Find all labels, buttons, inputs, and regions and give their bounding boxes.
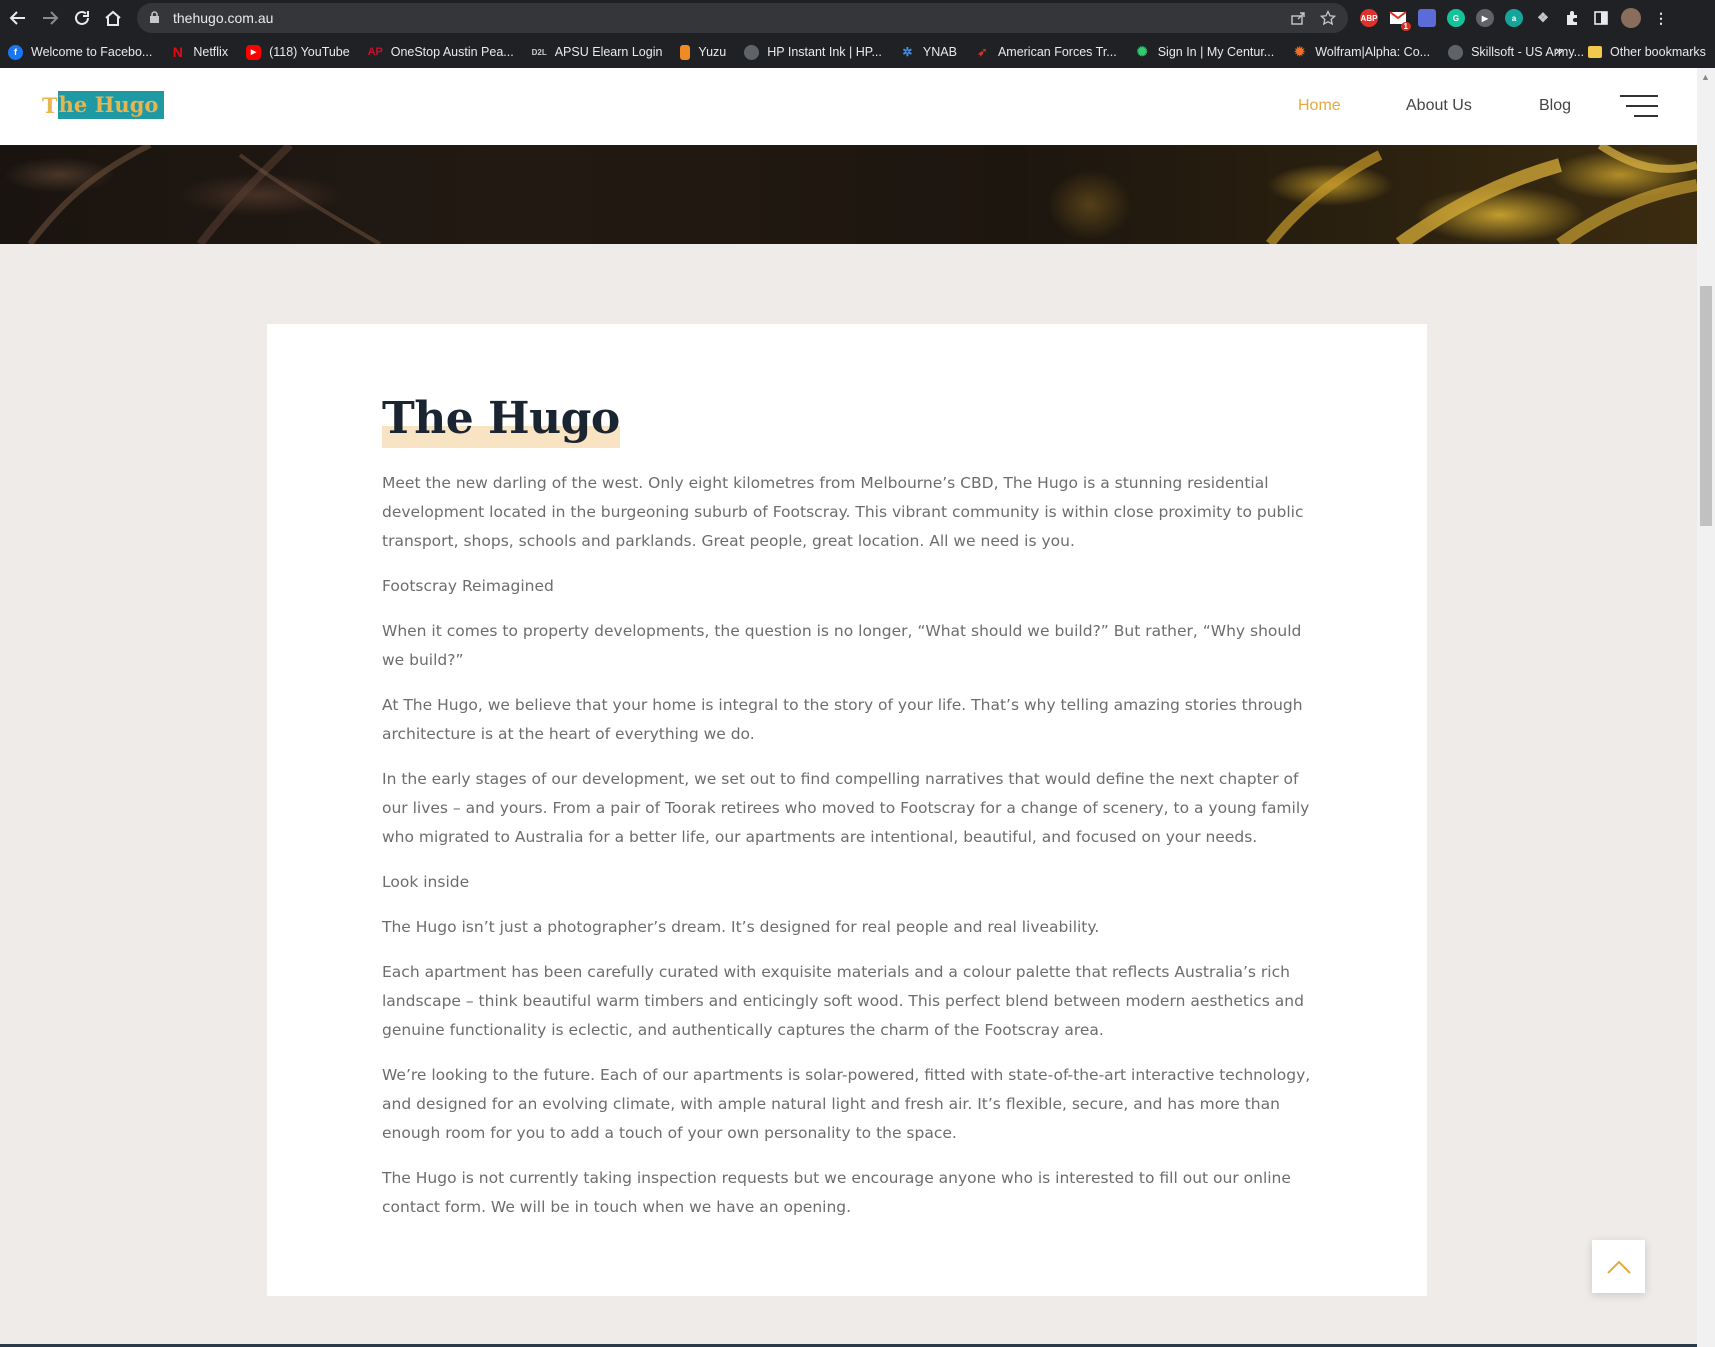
grammarly-icon[interactable]: G — [1447, 9, 1465, 27]
globe-icon — [744, 44, 760, 60]
nav-home[interactable]: Home — [1298, 97, 1341, 115]
nav-blog[interactable]: Blog — [1539, 97, 1571, 115]
site-logo[interactable]: The Hugo — [42, 91, 165, 119]
bookmark-star-icon[interactable] — [1319, 9, 1337, 29]
back-to-top-button[interactable] — [1592, 1240, 1645, 1293]
hamburger-menu-icon[interactable] — [1620, 95, 1658, 117]
bookmark-apsu-elearn[interactable]: D2L APSU Elearn Login — [532, 45, 663, 60]
chevron-up-icon — [1606, 1260, 1631, 1274]
back-arrow-icon — [9, 11, 25, 25]
netflix-icon: N — [172, 44, 183, 60]
bookmarks-bar: f Welcome to Facebo... N Netflix ▶ (118) Yo… — [0, 36, 1715, 68]
reload-button[interactable] — [66, 2, 98, 34]
reload-icon — [75, 10, 89, 25]
bookmark-hp-instant-ink[interactable]: HP Instant Ink | HP... — [744, 44, 882, 60]
back-button[interactable] — [2, 2, 34, 34]
home-icon — [105, 10, 121, 26]
article-paragraph: The Hugo isn’t just a photographer’s dre… — [382, 918, 1100, 936]
scrollbar-thumb[interactable] — [1700, 286, 1712, 526]
play-icon[interactable]: ▶ — [1476, 9, 1494, 27]
ynab-icon: ✲ — [902, 45, 913, 59]
bookmark-youtube[interactable]: ▶ (118) YouTube — [246, 44, 350, 60]
article: The Hugo Meet the new darling of the wes… — [382, 390, 1312, 1222]
yuzu-icon — [680, 44, 691, 60]
address-bar[interactable]: thehugo.com.au — [137, 3, 1348, 33]
bookmark-onestop[interactable]: AP OneStop Austin Pea... — [368, 45, 514, 60]
a-extension-icon[interactable]: a — [1505, 9, 1523, 27]
extensions-area: ABP 1 G ▶ a ❖ ⋮ — [1360, 4, 1670, 32]
share-icon[interactable] — [1290, 10, 1306, 29]
bookmark-wolfram[interactable]: ✹ Wolfram|Alpha: Co... — [1292, 44, 1430, 60]
gmail-icon[interactable]: 1 — [1389, 9, 1411, 31]
century-icon: ✺ — [1136, 44, 1148, 59]
article-paragraph: When it comes to property developments, … — [382, 622, 1302, 669]
puzzle-icon[interactable] — [1563, 9, 1581, 27]
article-subheading: Footscray Reimagined — [382, 577, 554, 595]
wolfram-icon: ✹ — [1294, 44, 1306, 59]
globe-icon — [1448, 44, 1464, 60]
scroll-up-arrow-icon[interactable]: ▲ — [1701, 72, 1710, 82]
nav-about-us[interactable]: About Us — [1406, 97, 1472, 115]
article-paragraph: Each apartment has been carefully curate… — [382, 963, 1304, 1039]
content-card: The Hugo Meet the new darling of the wes… — [267, 324, 1427, 1296]
avatar[interactable] — [1621, 8, 1641, 28]
article-paragraph: Meet the new darling of the west. Only e… — [382, 474, 1304, 550]
other-bookmarks[interactable]: Other bookmarks — [1588, 36, 1706, 68]
lock-icon — [149, 11, 163, 25]
article-paragraph: The Hugo is not currently taking inspect… — [382, 1169, 1291, 1216]
aft-icon: ➶ — [977, 45, 988, 59]
url-text: thehugo.com.au — [173, 10, 274, 26]
folder-icon — [1588, 46, 1602, 58]
article-paragraph: We’re looking to the future. Each of our… — [382, 1066, 1311, 1142]
d2l-icon: D2L — [531, 47, 547, 57]
site-header: The Hugo Home About Us Blog — [0, 68, 1697, 145]
home-button[interactable] — [97, 2, 129, 34]
kebab-menu-icon[interactable]: ⋮ — [1652, 9, 1670, 27]
hero-image — [0, 145, 1697, 244]
bookmark-ynab[interactable]: ✲ YNAB — [900, 45, 957, 60]
bookmarks-overflow-button[interactable]: » — [1555, 42, 1563, 58]
facebook-icon: f — [8, 44, 23, 60]
camera-icon[interactable] — [1418, 9, 1436, 27]
adblock-icon[interactable]: ABP — [1360, 9, 1378, 27]
youtube-icon: ▶ — [246, 44, 262, 60]
article-paragraph: In the early stages of our development, … — [382, 770, 1310, 846]
side-panel-icon[interactable] — [1592, 9, 1610, 27]
article-paragraph: At The Hugo, we believe that your home i… — [382, 696, 1303, 743]
dropbox-icon[interactable]: ❖ — [1534, 9, 1552, 27]
bookmark-netflix[interactable]: N Netflix — [170, 44, 228, 60]
browser-toolbar: thehugo.com.au ABP 1 G ▶ a ❖ ⋮ — [0, 0, 1715, 36]
bookmark-american-forces[interactable]: ➶ American Forces Tr... — [975, 45, 1116, 60]
bookmark-facebook[interactable]: f Welcome to Facebo... — [8, 44, 152, 60]
bookmark-skillsoft[interactable]: Skillsoft - US Army... — [1448, 44, 1584, 60]
forward-button[interactable] — [34, 2, 66, 34]
page-title-wrap: The Hugo — [382, 390, 620, 448]
page-title: The Hugo — [382, 393, 620, 444]
bookmark-yuzu[interactable]: Yuzu — [680, 44, 726, 60]
onestop-icon: AP — [367, 46, 383, 58]
bookmark-century[interactable]: ✺ Sign In | My Centur... — [1135, 44, 1274, 60]
page-scrollbar[interactable]: ▲ — [1697, 68, 1715, 1347]
article-subheading: Look inside — [382, 873, 470, 891]
forward-arrow-icon — [43, 11, 59, 25]
